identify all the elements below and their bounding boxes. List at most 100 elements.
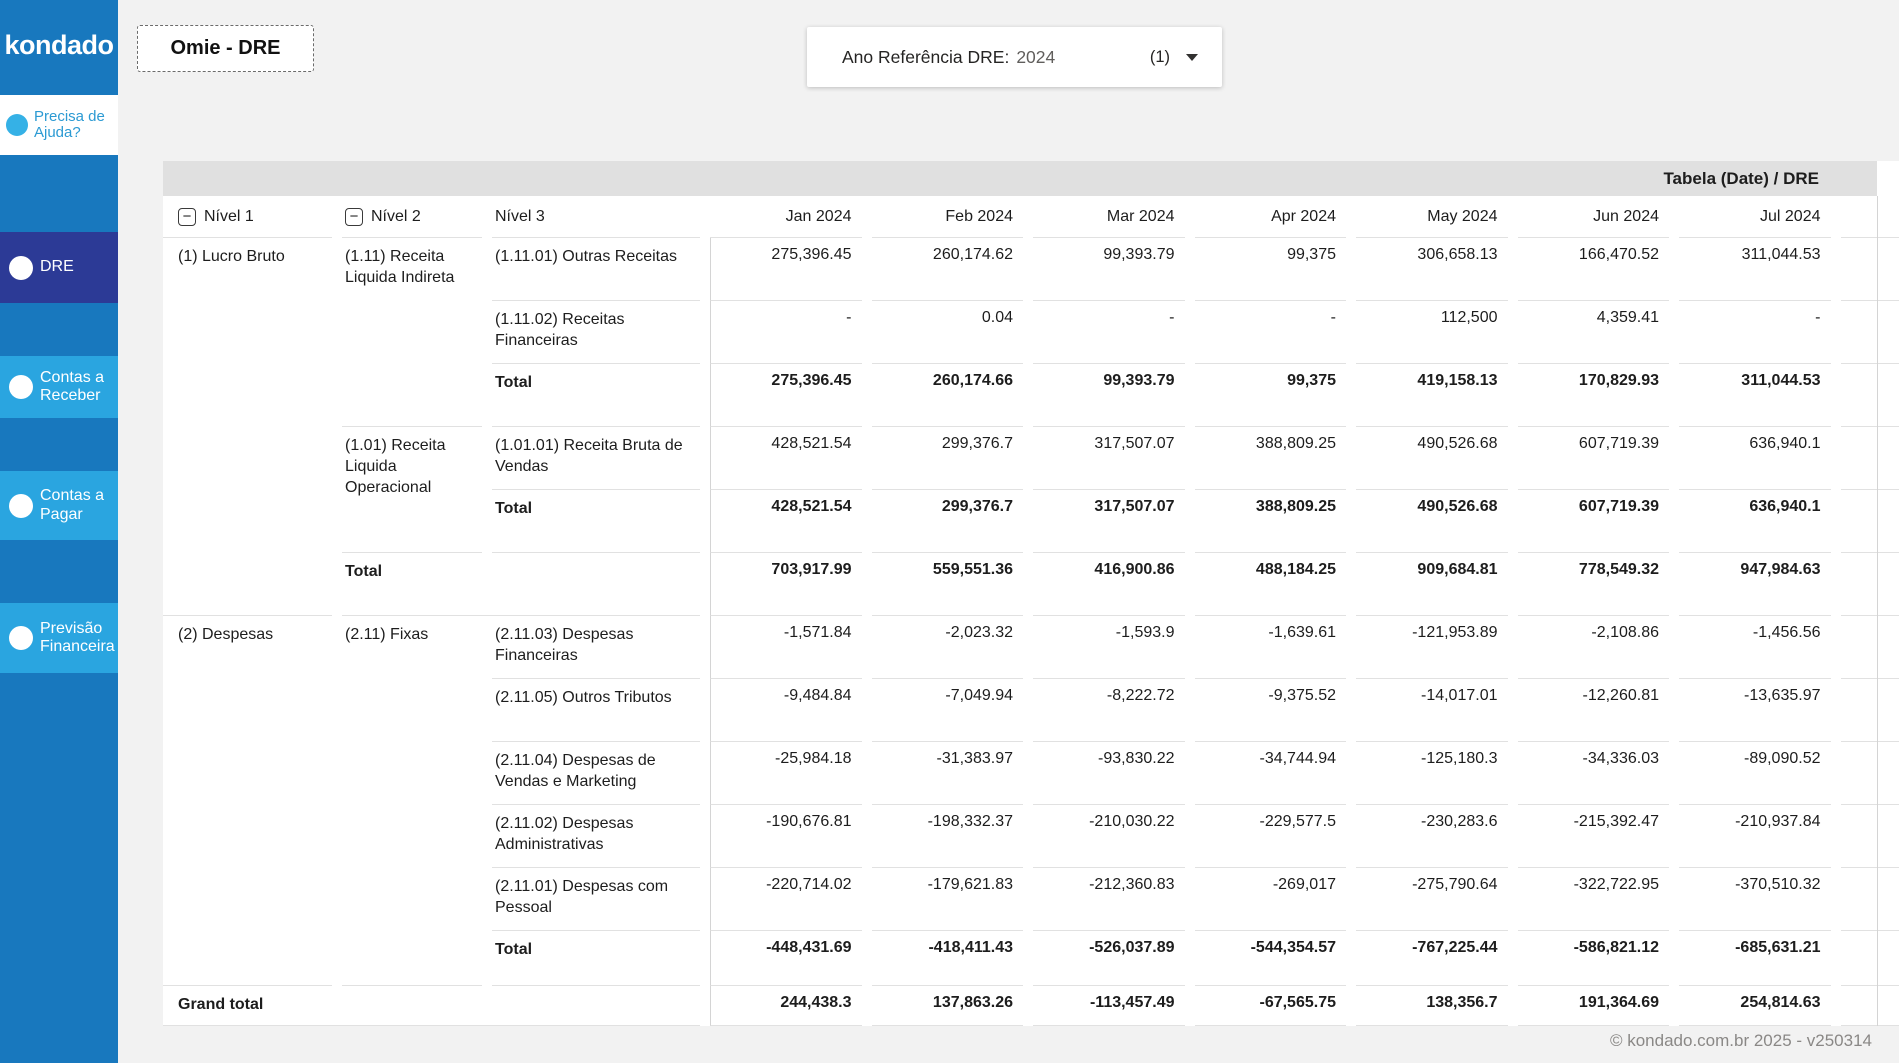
value-cell: 490,526.68	[1356, 490, 1508, 553]
value-cell: 4,359.41	[1518, 301, 1670, 364]
level3-cell: Total	[492, 931, 700, 986]
value-cell: 299,376.7	[872, 490, 1024, 553]
value-cell: 703,917.99	[710, 553, 862, 616]
value-cell: 317,507.07	[1033, 427, 1185, 490]
value-cell: 607,719.39	[1518, 490, 1670, 553]
row-filler	[1841, 553, 1899, 616]
month-header[interactable]: Apr 2024	[1195, 196, 1347, 238]
help-icon	[6, 114, 28, 136]
value-cell: 317,507.07	[1033, 490, 1185, 553]
value-cell: 488,184.25	[1195, 553, 1347, 616]
level3-cell: (2.11.02) Despesas Administrativas	[492, 805, 700, 868]
dre-matrix-visual: Tabela (Date) / DRE −Nível 1−Nível 2Níve…	[163, 161, 1899, 1026]
level3-cell: (2.11.04) Despesas de Vendas e Marketing	[492, 742, 700, 805]
level3-cell: (2.11.05) Outros Tributos	[492, 679, 700, 742]
value-cell: -	[1033, 301, 1185, 364]
month-header[interactable]: Jan 2024	[710, 196, 862, 238]
value-cell: -767,225.44	[1356, 931, 1508, 986]
table-title: Tabela (Date) / DRE	[163, 161, 1877, 196]
level-header-label: Nível 1	[204, 208, 254, 226]
chevron-down-icon[interactable]	[1186, 54, 1198, 61]
month-header[interactable]: May 2024	[1356, 196, 1508, 238]
month-header[interactable]: Mar 2024	[1033, 196, 1185, 238]
level2-cell: (1.01) Receita Liquida Operacional	[342, 427, 482, 553]
month-header[interactable]: Feb 2024	[872, 196, 1024, 238]
level-header[interactable]: −Nível 2	[342, 196, 482, 238]
value-cell: -7,049.94	[872, 679, 1024, 742]
row-filler	[1841, 931, 1899, 986]
value-cell: 636,940.1	[1679, 490, 1831, 553]
value-cell: -1,571.84	[710, 616, 862, 679]
value-cell: 306,658.13	[1356, 238, 1508, 301]
value-cell: 138,356.7	[1356, 986, 1508, 1026]
collapse-minus-icon[interactable]: −	[178, 208, 196, 226]
help-label: Precisa de Ajuda?	[34, 109, 118, 142]
value-cell: 490,526.68	[1356, 427, 1508, 490]
level1-cell: (1) Lucro Bruto	[163, 238, 332, 616]
value-cell: -93,830.22	[1033, 742, 1185, 805]
value-cell: -215,392.47	[1518, 805, 1670, 868]
value-cell: -229,577.5	[1195, 805, 1347, 868]
nav-label: Contas a Receber	[40, 369, 118, 406]
value-cell: -275,790.64	[1356, 868, 1508, 931]
value-cell: -2,108.86	[1518, 616, 1670, 679]
report-title-button[interactable]: Omie - DRE	[137, 25, 314, 72]
value-cell: -25,984.18	[710, 742, 862, 805]
year-filter-dropdown[interactable]: Ano Referência DRE: 2024 (1)	[807, 27, 1222, 87]
value-cell: 260,174.62	[872, 238, 1024, 301]
row-filler	[1841, 742, 1899, 805]
value-cell: -269,017	[1195, 868, 1347, 931]
value-cell: 0.04	[872, 301, 1024, 364]
row-filler	[1841, 679, 1899, 742]
value-cell: 137,863.26	[872, 986, 1024, 1026]
value-cell: -220,714.02	[710, 868, 862, 931]
value-cell: -113,457.49	[1033, 986, 1185, 1026]
month-header[interactable]: Jun 2024	[1518, 196, 1670, 238]
level-header-label: Nível 3	[495, 206, 545, 227]
value-cell: -121,953.89	[1356, 616, 1508, 679]
sidebar-item-contas-a-receber[interactable]: Contas a Receber	[0, 356, 118, 418]
level2-cell: (1.11) Receita Liquida Indireta	[342, 238, 482, 427]
value-cell: 244,438.3	[710, 986, 862, 1026]
value-cell: -370,510.32	[1679, 868, 1831, 931]
level1-cell: (2) Despesas	[163, 616, 332, 986]
value-cell: -12,260.81	[1518, 679, 1670, 742]
level3-cell: (2.11.01) Despesas com Pessoal	[492, 868, 700, 931]
value-cell: 275,396.45	[710, 238, 862, 301]
value-cell: -31,383.97	[872, 742, 1024, 805]
value-cell: 419,158.13	[1356, 364, 1508, 427]
value-cell: -67,565.75	[1195, 986, 1347, 1026]
value-cell: 607,719.39	[1518, 427, 1670, 490]
value-cell: -9,484.84	[710, 679, 862, 742]
logo-text: kondado	[5, 30, 114, 61]
value-cell: 254,814.63	[1679, 986, 1831, 1026]
row-filler	[1841, 805, 1899, 868]
sidebar-item-previsao-financeira[interactable]: Previsão Financeira	[0, 603, 118, 673]
value-cell: 428,521.54	[710, 490, 862, 553]
value-cell: -198,332.37	[872, 805, 1024, 868]
sidebar-item-help[interactable]: Precisa de Ajuda?	[0, 95, 118, 155]
value-cell: -179,621.83	[872, 868, 1024, 931]
level3-cell: (2.11.03) Despesas Financeiras	[492, 616, 700, 679]
value-cell: -	[1679, 301, 1831, 364]
collapse-minus-icon[interactable]: −	[345, 208, 363, 226]
row-filler	[1841, 364, 1899, 427]
row-filler	[1841, 301, 1899, 364]
value-cell: 388,809.25	[1195, 490, 1347, 553]
month-header[interactable]: Jul 2024	[1679, 196, 1831, 238]
level-header[interactable]: Nível 3	[492, 196, 700, 238]
level-header[interactable]: −Nível 1	[163, 196, 332, 238]
sidebar-item-dre[interactable]: DRE	[0, 232, 118, 303]
nav-label: Previsão Financeira	[40, 620, 118, 657]
value-cell: -210,030.22	[1033, 805, 1185, 868]
value-cell: 112,500	[1356, 301, 1508, 364]
sidebar-item-contas-a-pagar[interactable]: Contas a Pagar	[0, 471, 118, 540]
nav-label: DRE	[40, 258, 74, 276]
value-cell: -125,180.3	[1356, 742, 1508, 805]
header-filler	[1841, 196, 1899, 238]
value-cell: 416,900.86	[1033, 553, 1185, 616]
value-cell: 99,375	[1195, 364, 1347, 427]
level3-cell: (1.01.01) Receita Bruta de Vendas	[492, 427, 700, 490]
value-cell: -1,593.9	[1033, 616, 1185, 679]
value-cell: 311,044.53	[1679, 238, 1831, 301]
